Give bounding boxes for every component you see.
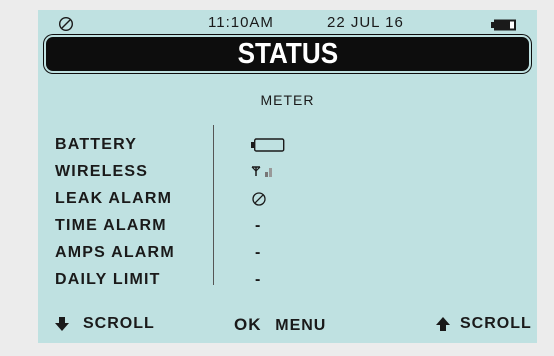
value-daily-limit: - (251, 266, 285, 293)
battery-icon (491, 19, 516, 31)
antenna-signal-icon (251, 165, 272, 177)
scroll-up-softkey[interactable]: SCROLL (436, 315, 532, 333)
value-wireless (251, 158, 285, 185)
clock-date: 22 JUL 16 (327, 14, 404, 31)
label-daily-limit: DAILY LIMIT (55, 271, 161, 288)
label-time-alarm: TIME ALARM (55, 217, 167, 234)
scroll-up-label: SCROLL (460, 315, 532, 332)
page-title: STATUS (237, 37, 338, 70)
value-battery (251, 131, 285, 158)
column-divider (213, 125, 214, 285)
scroll-down-label: SCROLL (83, 315, 155, 332)
arrow-up-icon (436, 317, 450, 331)
status-labels: BATTERY WIRELESS LEAK ALARM TIME ALARM A… (55, 131, 175, 293)
section-subtitle: METER (260, 92, 315, 108)
value-leak-alarm (251, 185, 285, 212)
time-alarm-value: - (255, 216, 261, 234)
device-screen: 11:10AM 22 JUL 16 STATUS METER BATTERY W… (38, 10, 537, 343)
value-amps-alarm: - (251, 239, 285, 266)
amps-alarm-value: - (255, 243, 261, 261)
ok-label: OK (234, 315, 262, 334)
status-values: - - - (251, 131, 285, 293)
clock-time: 11:10AM (208, 14, 274, 31)
no-entry-icon (58, 16, 74, 32)
page-title-bar: STATUS (46, 37, 529, 71)
menu-label: MENU (275, 317, 327, 334)
ok-menu-softkey[interactable]: OK MENU (234, 315, 326, 335)
scroll-down-softkey[interactable]: SCROLL (55, 315, 155, 333)
arrow-down-icon (55, 317, 69, 331)
battery-low-icon (251, 137, 285, 152)
label-wireless: WIRELESS (55, 163, 149, 180)
value-time-alarm: - (251, 212, 285, 239)
daily-limit-value: - (255, 270, 261, 288)
label-amps-alarm: AMPS ALARM (55, 244, 175, 261)
label-battery: BATTERY (55, 136, 138, 153)
label-leak-alarm: LEAK ALARM (55, 190, 173, 207)
no-entry-icon (252, 191, 266, 206)
